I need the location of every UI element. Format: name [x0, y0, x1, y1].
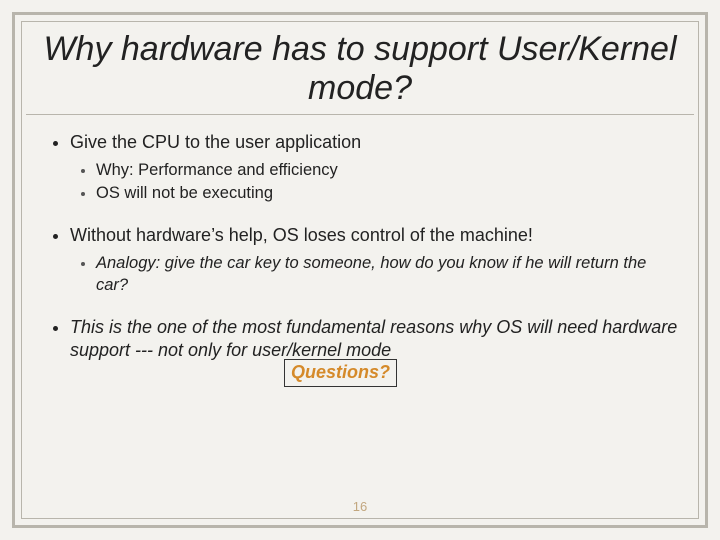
bullet-1-sublist: Why: Performance and efficiency OS will …: [70, 160, 678, 204]
slide-title: Why hardware has to support User/Kernel …: [42, 30, 678, 108]
frame-inner: Why hardware has to support User/Kernel …: [21, 21, 699, 519]
frame-outer: Why hardware has to support User/Kernel …: [12, 12, 708, 528]
slide: Why hardware has to support User/Kernel …: [0, 0, 720, 540]
bullet-3-text: This is the one of the most fundamental …: [70, 317, 677, 360]
bullet-list: Give the CPU to the user application Why…: [42, 131, 678, 362]
bullet-2: Without hardware’s help, OS loses contro…: [70, 224, 678, 295]
bullet-2-text: Without hardware’s help, OS loses contro…: [70, 225, 533, 245]
bullet-1-sub-2: OS will not be executing: [96, 183, 678, 204]
bullet-1-sub-1: Why: Performance and efficiency: [96, 160, 678, 181]
bullet-1-text: Give the CPU to the user application: [70, 132, 361, 152]
slide-body: Give the CPU to the user application Why…: [22, 115, 698, 362]
page-number: 16: [22, 499, 698, 514]
bullet-2-sub-1: Analogy: give the car key to someone, ho…: [96, 253, 678, 295]
bullet-3: This is the one of the most fundamental …: [70, 316, 678, 362]
questions-callout: Questions?: [284, 359, 397, 387]
bullet-2-sublist: Analogy: give the car key to someone, ho…: [70, 253, 678, 295]
bullet-1: Give the CPU to the user application Why…: [70, 131, 678, 204]
